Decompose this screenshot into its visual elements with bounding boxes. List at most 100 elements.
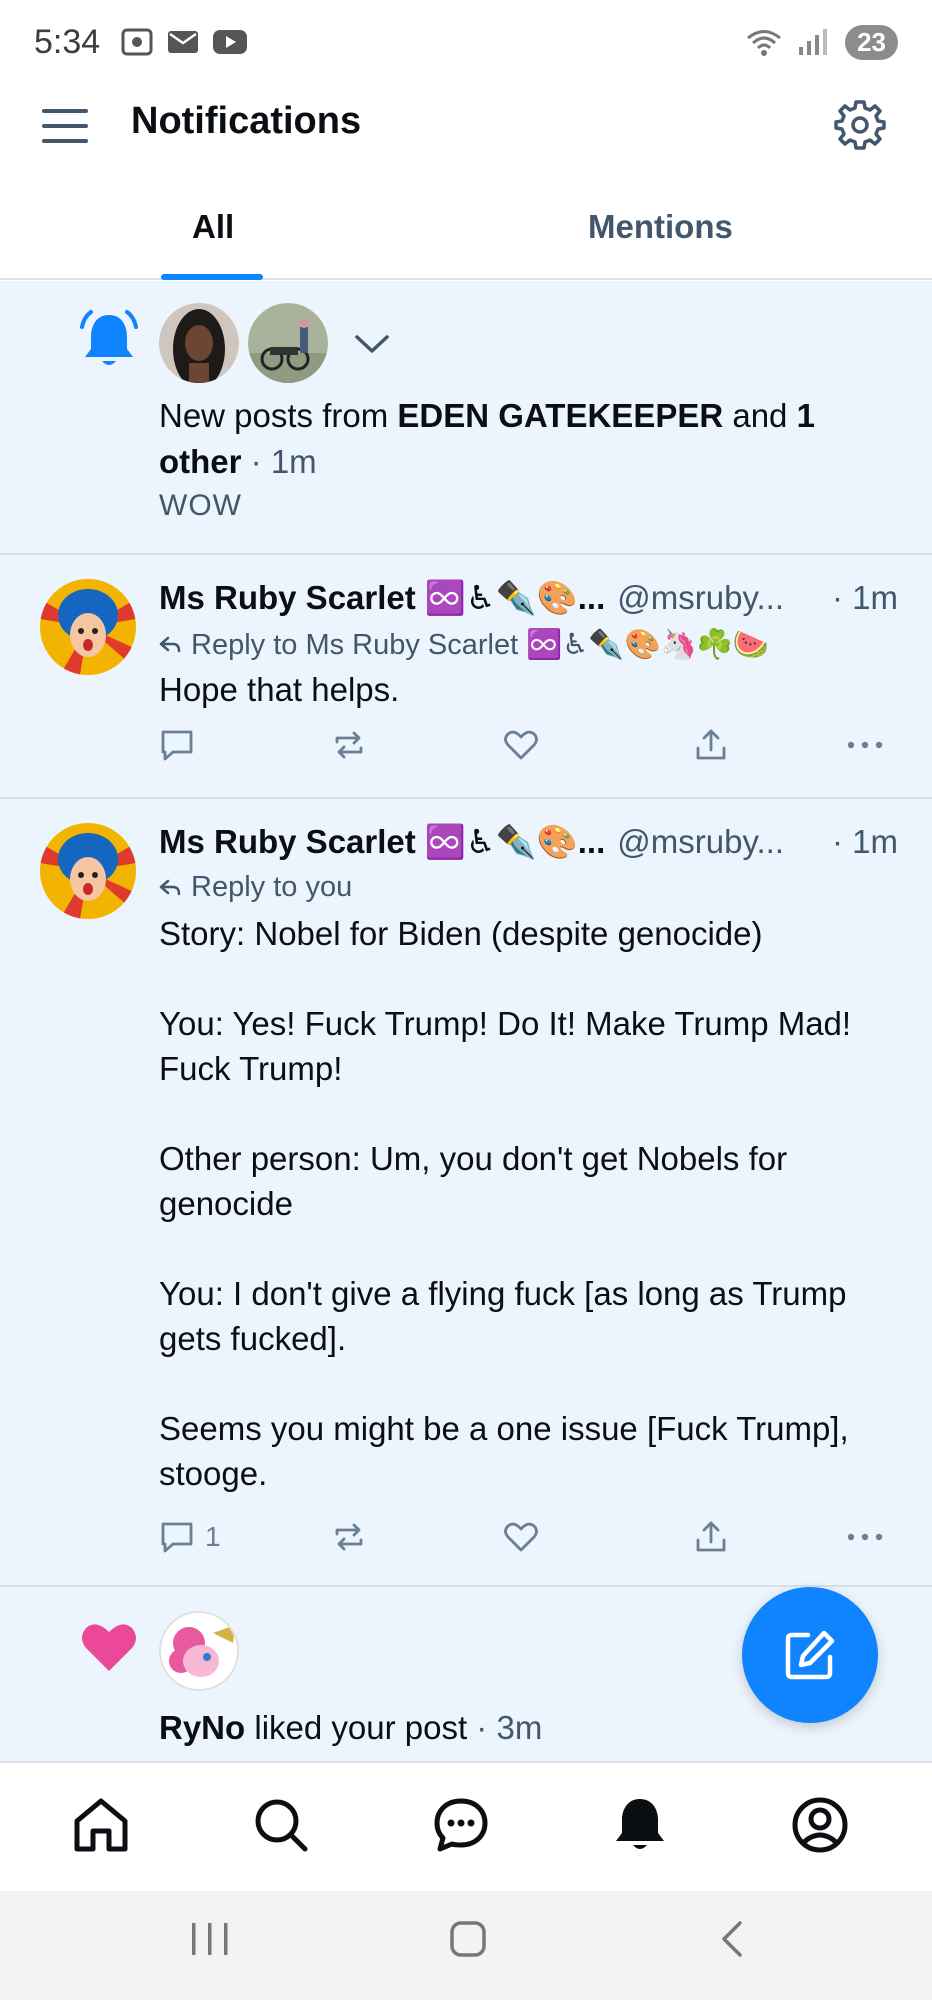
tab-mentions[interactable]: Mentions — [588, 208, 733, 246]
author-name[interactable]: Ms Ruby Scarlet ♾️♿✒️🎨... — [159, 819, 605, 865]
recent-apps-icon — [192, 1923, 228, 1955]
post-header: Ms Ruby Scarlet ♾️♿✒️🎨... @msruby... · 1… — [159, 575, 898, 621]
screenshot-icon — [121, 28, 153, 56]
menu-button[interactable] — [40, 104, 92, 148]
chat-icon — [434, 1798, 488, 1852]
share-button[interactable] — [693, 728, 729, 762]
compose-icon — [785, 1630, 835, 1680]
reply-to-label: Reply to you — [191, 871, 353, 903]
reply-notification[interactable]: Ms Ruby Scarlet ♾️♿✒️🎨... @msruby... · 1… — [0, 555, 932, 799]
ellipsis-icon — [847, 741, 883, 749]
reply-to-label: Reply to Ms Ruby Scarlet ♾️♿✒️🎨🦄☘️🍉 — [191, 629, 769, 661]
like-text: RyNo liked your post · 3m — [159, 1709, 542, 1747]
comment-icon — [161, 730, 193, 761]
avatar-image — [159, 303, 239, 383]
avatar[interactable] — [159, 1611, 239, 1691]
nav-chat[interactable] — [429, 1793, 493, 1857]
reply-arrow-icon — [159, 636, 181, 652]
new-posts-author[interactable]: EDEN GATEKEEPER — [397, 397, 723, 434]
new-posts-prefix: New posts from — [159, 397, 398, 434]
home-system-button[interactable] — [448, 1919, 488, 1964]
avatar-image — [161, 1613, 237, 1689]
avatar-image — [40, 579, 136, 675]
back-chevron-icon — [722, 1921, 742, 1957]
ellipsis-icon — [847, 1533, 883, 1541]
bell-icon — [616, 1799, 664, 1849]
like-user[interactable]: RyNo — [159, 1709, 245, 1746]
tab-active-indicator — [161, 274, 263, 280]
status-bar: 5:34 23 — [0, 0, 932, 84]
bottom-navigation — [0, 1761, 932, 1891]
like-button[interactable] — [503, 1520, 539, 1554]
avatar[interactable] — [40, 823, 136, 919]
author-handle[interactable]: @msruby... — [617, 575, 784, 621]
home-icon — [74, 1798, 128, 1852]
post-actions — [159, 725, 898, 765]
post-time: · 1m — [832, 823, 898, 860]
like-button[interactable] — [503, 728, 539, 762]
page-title: Notifications — [131, 100, 362, 142]
author-name[interactable]: Ms Ruby Scarlet ♾️♿✒️🎨... — [159, 575, 605, 621]
like-action: liked your post — [245, 1709, 468, 1746]
new-posts-preview: WOW — [159, 489, 242, 522]
reply-notification[interactable]: Ms Ruby Scarlet ♾️♿✒️🎨... @msruby... · 1… — [0, 799, 932, 1587]
share-icon — [696, 1521, 726, 1552]
share-icon — [696, 729, 726, 760]
author-handle[interactable]: @msruby... — [617, 819, 784, 865]
profile-icon — [792, 1797, 848, 1853]
repost-button[interactable] — [331, 728, 367, 762]
back-system-button[interactable] — [714, 1919, 748, 1964]
square-home-icon — [450, 1921, 486, 1957]
post-text: Story: Nobel for Biden (despite genocide… — [159, 915, 852, 1492]
reply-count: 1 — [205, 1521, 221, 1552]
avatar[interactable] — [248, 303, 328, 383]
new-posts-time: · 1m — [241, 443, 317, 480]
status-icons-left — [120, 27, 248, 57]
hamburger-icon — [42, 109, 88, 143]
chevron-down-icon[interactable] — [352, 329, 392, 359]
avatar-image — [40, 823, 136, 919]
repost-button[interactable] — [331, 1520, 367, 1554]
search-icon — [255, 1799, 308, 1852]
like-time: · 3m — [467, 1709, 543, 1746]
wifi-icon — [747, 30, 782, 56]
share-button[interactable] — [693, 1520, 729, 1554]
recent-apps-button[interactable] — [188, 1919, 232, 1964]
status-icons-right: 23 — [745, 24, 898, 60]
new-posts-middle: and — [723, 397, 797, 434]
bell-icon — [80, 310, 138, 365]
tab-all[interactable]: All — [192, 208, 234, 246]
gear-icon — [834, 100, 886, 150]
reply-button[interactable]: 1 — [159, 1520, 221, 1554]
post-actions: 1 — [159, 1517, 898, 1557]
post-header: Ms Ruby Scarlet ♾️♿✒️🎨... @msruby... · 1… — [159, 819, 898, 865]
repost-icon — [335, 731, 363, 759]
more-options-button[interactable] — [845, 1520, 885, 1554]
more-options-button[interactable] — [845, 728, 885, 762]
heart-icon — [504, 730, 538, 760]
nav-notifications[interactable] — [608, 1793, 672, 1857]
reply-arrow-icon — [159, 879, 181, 895]
nav-search[interactable] — [249, 1793, 313, 1857]
notifications-feed[interactable]: New posts from EDEN GATEKEEPER and 1 oth… — [0, 281, 932, 1761]
comment-icon — [161, 1522, 193, 1553]
reply-to-line[interactable]: Reply to Ms Ruby Scarlet ♾️♿✒️🎨🦄☘️🍉 — [159, 627, 769, 662]
nav-home[interactable] — [69, 1793, 133, 1857]
settings-button[interactable] — [834, 98, 886, 150]
youtube-icon — [213, 30, 248, 54]
avatar[interactable] — [159, 303, 239, 383]
mail-icon — [168, 31, 199, 53]
system-navigation-bar — [0, 1891, 932, 2000]
heart-icon — [504, 1522, 538, 1552]
post-time: · 1m — [832, 579, 898, 616]
nav-profile[interactable] — [788, 1793, 852, 1857]
signal-icon — [799, 29, 828, 55]
new-posts-notification[interactable]: New posts from EDEN GATEKEEPER and 1 oth… — [0, 281, 932, 555]
reply-to-line[interactable]: Reply to you — [159, 871, 352, 904]
battery-indicator: 23 — [845, 24, 898, 60]
new-posts-text: New posts from EDEN GATEKEEPER and 1 oth… — [159, 393, 879, 485]
reply-button[interactable] — [159, 728, 195, 762]
compose-button[interactable] — [742, 1587, 878, 1723]
status-time: 5:34 — [34, 22, 101, 61]
avatar[interactable] — [40, 579, 136, 675]
